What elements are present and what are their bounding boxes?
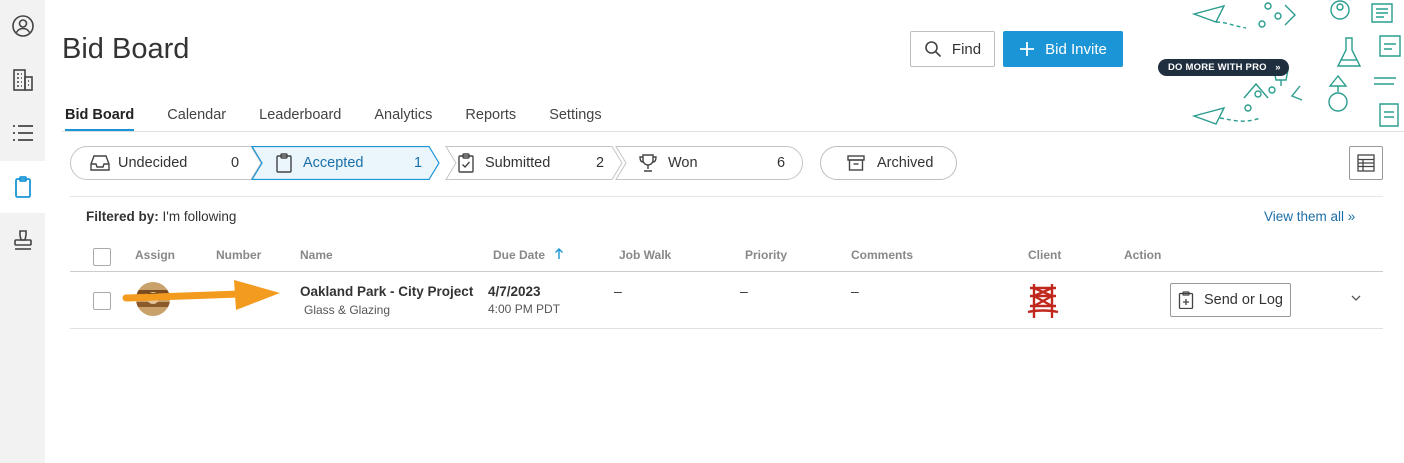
filter-divider bbox=[70, 196, 1383, 197]
project-name-link[interactable]: Oakland Park - City Project bbox=[300, 284, 480, 299]
column-name[interactable]: Name bbox=[300, 248, 333, 262]
view-them-all-link[interactable]: View them all » bbox=[1264, 209, 1355, 224]
column-comments[interactable]: Comments bbox=[851, 248, 913, 262]
orange-pointer-arrow-icon bbox=[122, 280, 280, 310]
account-icon bbox=[11, 15, 34, 37]
double-chevron-right-icon: » bbox=[1275, 62, 1281, 73]
send-or-log-button[interactable]: Send or Log bbox=[1170, 283, 1291, 317]
tabs-divider bbox=[62, 131, 1404, 132]
stage-undecided-label: Undecided bbox=[118, 155, 188, 171]
stage-submitted[interactable]: Submitted 2 bbox=[457, 146, 604, 180]
due-time: 4:00 PM PDT bbox=[488, 302, 561, 316]
bid-invite-button[interactable]: Bid Invite bbox=[1003, 31, 1123, 67]
main-tabs: Bid Board Calendar Leaderboard Analytics… bbox=[65, 100, 635, 132]
column-action: Action bbox=[1124, 248, 1162, 262]
tab-calendar[interactable]: Calendar bbox=[167, 100, 226, 132]
bid-invite-label: Bid Invite bbox=[1045, 40, 1107, 58]
stamp-icon bbox=[13, 230, 32, 250]
tab-leaderboard[interactable]: Leaderboard bbox=[259, 100, 341, 132]
stage-won[interactable]: Won 6 bbox=[638, 146, 785, 180]
column-number[interactable]: Number bbox=[216, 248, 261, 262]
clipboard-check-icon bbox=[458, 153, 474, 173]
sidebar-item-companies[interactable] bbox=[0, 54, 45, 106]
stage-accepted[interactable]: Accepted 1 bbox=[275, 146, 422, 180]
stage-accepted-count: 1 bbox=[414, 155, 423, 171]
sidebar-item-bid-board[interactable] bbox=[0, 161, 45, 213]
pro-badge-label: DO MORE WITH PRO bbox=[1168, 62, 1267, 73]
client-logo-bridge-icon[interactable] bbox=[1026, 282, 1060, 318]
stage-pipeline: Undecided 0 Accepted 1 Submitted 2 Won 6 bbox=[70, 146, 803, 180]
table-header-divider bbox=[70, 271, 1383, 272]
stage-undecided[interactable]: Undecided 0 bbox=[90, 146, 239, 180]
plus-icon bbox=[1020, 42, 1035, 56]
sidebar-item-list[interactable] bbox=[0, 107, 45, 159]
column-job-walk[interactable]: Job Walk bbox=[619, 248, 671, 262]
stage-undecided-count: 0 bbox=[231, 155, 240, 171]
column-due-date[interactable]: Due Date bbox=[493, 248, 564, 262]
row-divider bbox=[70, 328, 1383, 329]
stage-accepted-label: Accepted bbox=[303, 155, 364, 171]
archive-box-icon bbox=[847, 155, 865, 171]
stage-submitted-count: 2 bbox=[596, 155, 605, 171]
priority-value: – bbox=[740, 283, 748, 299]
column-client[interactable]: Client bbox=[1028, 248, 1061, 262]
project-trade: Glass & Glazing bbox=[304, 303, 391, 317]
archived-button[interactable]: Archived bbox=[820, 146, 957, 180]
clipboard-plus-icon bbox=[1178, 291, 1194, 309]
filter-summary: Filtered by: I'm following bbox=[86, 209, 236, 224]
comments-value: – bbox=[851, 283, 859, 299]
table-grid-icon bbox=[1357, 154, 1375, 172]
clipboard-icon bbox=[14, 176, 31, 198]
sidebar-item-account[interactable] bbox=[0, 0, 45, 52]
send-or-log-label: Send or Log bbox=[1203, 292, 1283, 308]
column-due-date-label: Due Date bbox=[493, 248, 546, 262]
page-title: Bid Board bbox=[62, 33, 190, 65]
filter-value: I'm following bbox=[162, 209, 237, 224]
column-priority[interactable]: Priority bbox=[745, 248, 787, 262]
row-checkbox[interactable] bbox=[93, 292, 111, 310]
left-sidebar bbox=[0, 0, 45, 463]
due-date: 4/7/2023 bbox=[488, 284, 541, 299]
column-assign[interactable]: Assign bbox=[135, 248, 175, 262]
search-icon bbox=[925, 41, 941, 58]
archived-label: Archived bbox=[877, 155, 934, 171]
pro-badge[interactable]: DO MORE WITH PRO » bbox=[1158, 59, 1289, 76]
tab-bid-board[interactable]: Bid Board bbox=[65, 100, 135, 132]
tab-analytics[interactable]: Analytics bbox=[374, 100, 432, 132]
job-walk-value: – bbox=[614, 283, 622, 299]
stage-submitted-label: Submitted bbox=[485, 155, 551, 171]
tab-settings[interactable]: Settings bbox=[549, 100, 601, 132]
tab-reports[interactable]: Reports bbox=[465, 100, 516, 132]
select-all-checkbox[interactable] bbox=[93, 248, 111, 266]
find-button-label: Find bbox=[951, 40, 982, 58]
sidebar-item-stamp[interactable] bbox=[0, 214, 45, 266]
inbox-icon bbox=[90, 155, 110, 171]
table-view-toggle[interactable] bbox=[1349, 146, 1383, 180]
find-button[interactable]: Find bbox=[910, 31, 995, 67]
stage-won-count: 6 bbox=[777, 155, 786, 171]
building-icon bbox=[12, 69, 33, 91]
list-icon bbox=[12, 125, 33, 141]
clipboard-icon bbox=[276, 153, 292, 173]
stage-won-label: Won bbox=[668, 155, 698, 171]
filter-prefix: Filtered by: bbox=[86, 209, 159, 224]
sort-ascending-icon bbox=[555, 248, 564, 259]
chevron-down-icon[interactable] bbox=[1350, 293, 1362, 303]
trophy-icon bbox=[639, 154, 657, 172]
